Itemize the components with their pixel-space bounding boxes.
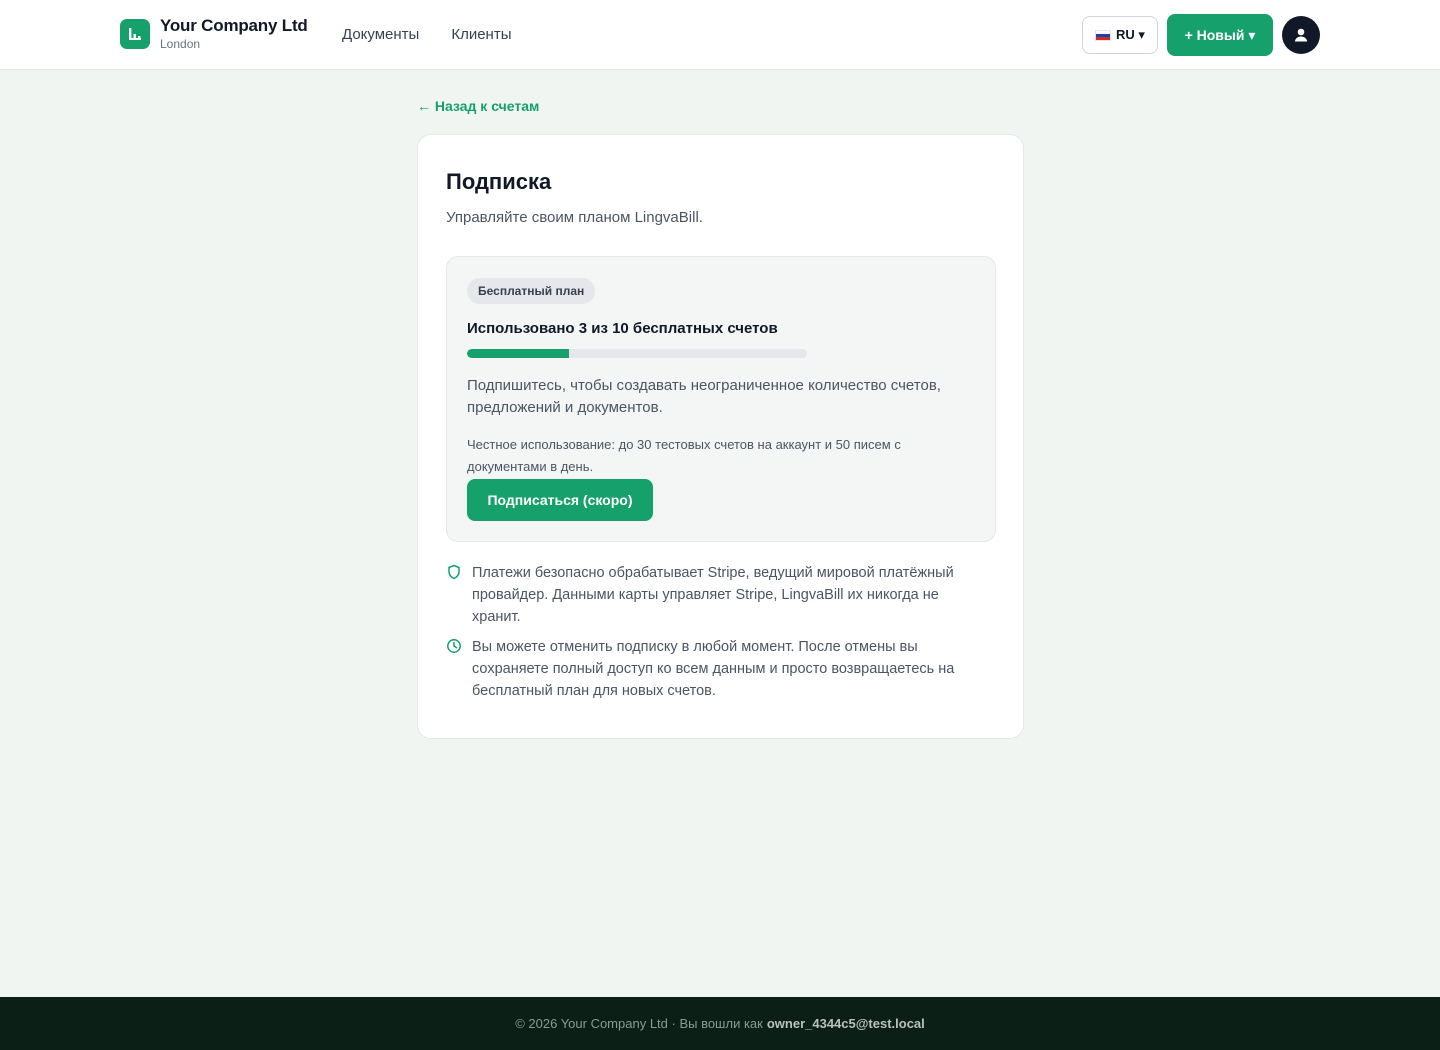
language-label: RU ▾ (1116, 27, 1145, 42)
usage-progress-fill (467, 349, 569, 358)
cancel-note-text: Вы можете отменить подписку в любой моме… (472, 639, 955, 699)
usage-text: Использовано 3 из 10 бесплатных счетов (467, 320, 778, 337)
user-avatar[interactable] (1282, 16, 1320, 54)
clock-icon (447, 639, 461, 653)
back-to-invoices-link[interactable]: ← Назад к счетам (417, 97, 539, 115)
page-subtitle: Управляйте своим планом LingvaBill. (446, 209, 703, 226)
main-nav: Документы Клиенты (342, 25, 511, 45)
plan-badge: Бесплатный план (467, 278, 596, 304)
new-button[interactable]: + Новый ▾ (1167, 14, 1273, 56)
company-name: Your Company Ltd (160, 16, 308, 35)
top-header: Your Company Ltd London Документы Клиент… (0, 0, 1440, 70)
footer: © 2026 Your Company Ltd · Вы вошли как o… (0, 997, 1440, 1050)
footer-text: © 2026 Your Company Ltd · Вы вошли как (515, 1016, 763, 1031)
company-city: London (160, 37, 201, 51)
user-icon (1294, 28, 1308, 42)
nav-item-documents[interactable]: Документы (342, 25, 419, 45)
security-note: Платежи безопасно обрабатывает Stripe, в… (446, 562, 986, 628)
language-selector[interactable]: RU ▾ (1082, 16, 1158, 54)
footer-user-email: owner_4344c5@test.local (766, 1016, 925, 1031)
subscription-card: Подписка Управляйте своим планом LingvaB… (417, 134, 1024, 739)
plan-description: Подпишитесь, чтобы создавать неограничен… (467, 377, 941, 416)
shield-icon (448, 564, 460, 580)
page-title: Подписка (446, 169, 552, 194)
plan-box: Бесплатный план Использовано 3 из 10 бес… (446, 256, 996, 542)
nav-item-clients[interactable]: Клиенты (451, 25, 511, 45)
russia-flag-icon (1095, 29, 1112, 41)
fair-use-note: Честное использование: до 30 тестовых сч… (467, 437, 901, 474)
subscribe-button[interactable]: Подписаться (скоро) (467, 479, 653, 521)
chart-logo-icon (120, 19, 150, 49)
usage-progress-bar (467, 349, 807, 358)
cancel-note: Вы можете отменить подписку в любой моме… (446, 636, 986, 702)
security-note-text: Платежи безопасно обрабатывает Stripe, в… (472, 565, 954, 625)
brand[interactable]: Your Company Ltd London (120, 16, 308, 52)
